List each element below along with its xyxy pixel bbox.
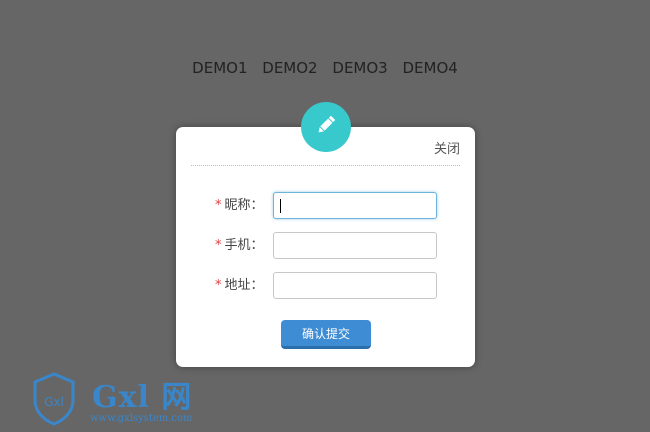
text-caret bbox=[280, 199, 281, 213]
watermark-url: www.gxlsystem.com bbox=[90, 413, 193, 424]
demo1-link[interactable]: DEMO1 bbox=[192, 58, 247, 78]
address-input[interactable] bbox=[273, 272, 437, 299]
required-mark: * bbox=[215, 238, 222, 253]
demo3-link[interactable]: DEMO3 bbox=[332, 58, 387, 78]
shield-icon: Gxl bbox=[32, 372, 76, 430]
phone-row: * 手机： bbox=[176, 232, 475, 259]
shield-text: Gxl bbox=[44, 395, 64, 409]
site-watermark: Gxl Gxl 网 www.gxlsystem.com bbox=[32, 372, 222, 428]
required-mark: * bbox=[215, 198, 222, 213]
required-mark: * bbox=[215, 278, 222, 293]
address-row: * 地址： bbox=[176, 272, 475, 299]
edit-badge bbox=[301, 102, 351, 152]
demo4-link[interactable]: DEMO4 bbox=[403, 58, 458, 78]
pencil-icon bbox=[315, 114, 337, 140]
phone-label: * 手机： bbox=[215, 232, 267, 259]
address-label-text: 地址： bbox=[224, 278, 264, 293]
nickname-label-text: 昵称： bbox=[224, 198, 264, 213]
nickname-input[interactable] bbox=[273, 192, 437, 219]
header-divider bbox=[191, 165, 460, 166]
phone-input[interactable] bbox=[273, 232, 437, 259]
demo-nav: DEMO1 DEMO2 DEMO3 DEMO4 bbox=[0, 58, 650, 78]
watermark-brand: Gxl 网 bbox=[92, 380, 193, 415]
address-label: * 地址： bbox=[215, 272, 267, 299]
phone-label-text: 手机： bbox=[224, 238, 264, 253]
close-button[interactable]: 关闭 bbox=[434, 138, 460, 157]
submit-button[interactable]: 确认提交 bbox=[281, 320, 371, 349]
demo2-link[interactable]: DEMO2 bbox=[262, 58, 317, 78]
nickname-label: * 昵称： bbox=[215, 192, 267, 219]
form-dialog: 关闭 * 昵称： * 手机： * 地址： 确认提交 bbox=[176, 102, 475, 367]
nickname-row: * 昵称： bbox=[176, 192, 475, 219]
